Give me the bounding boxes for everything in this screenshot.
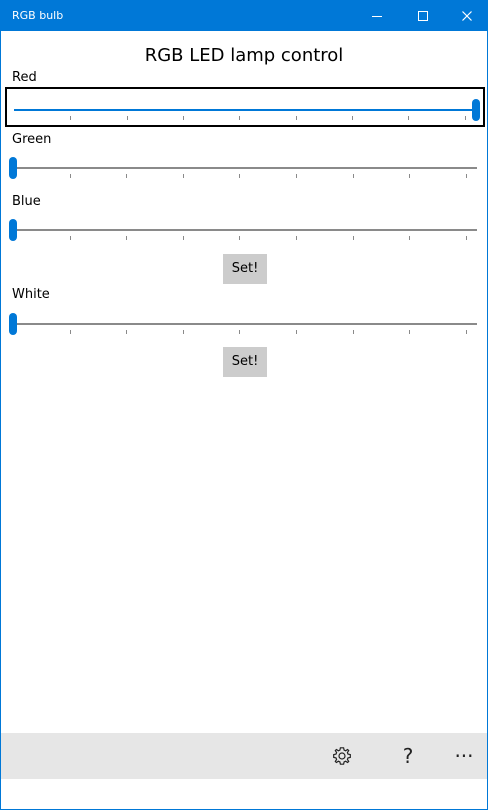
red-slider[interactable] [5, 87, 485, 127]
slider-track [14, 109, 476, 111]
slider-tick [126, 174, 127, 178]
slider-tick [353, 174, 354, 178]
more-button[interactable]: ··· [441, 733, 487, 779]
help-button[interactable]: ? [385, 733, 431, 779]
set-rgb-button[interactable]: Set! [223, 254, 267, 284]
slider-tick [353, 236, 354, 240]
slider-track [13, 323, 477, 325]
more-icon: ··· [454, 744, 474, 768]
slider-thumb[interactable] [9, 219, 17, 241]
slider-tick [239, 116, 240, 120]
page-content: RGB LED lamp control Red Green Blue Set!… [1, 31, 487, 763]
slider-track [13, 167, 477, 169]
slider-tick [70, 174, 71, 178]
slider-tick [70, 236, 71, 240]
help-icon: ? [402, 744, 414, 768]
slider-tick [408, 116, 409, 120]
slider-tick [296, 174, 297, 178]
slider-tick [239, 330, 240, 334]
command-bar: ? ··· [1, 733, 487, 779]
minimize-icon [372, 16, 382, 17]
set-white-button[interactable]: Set! [223, 347, 267, 377]
slider-tick [239, 174, 240, 178]
slider-tick [466, 236, 467, 240]
slider-thumb[interactable] [472, 99, 480, 121]
blue-slider[interactable] [6, 209, 484, 249]
maximize-button[interactable] [400, 1, 446, 31]
slider-thumb[interactable] [9, 313, 17, 335]
white-slider-label: White [12, 287, 50, 302]
slider-tick [466, 330, 467, 334]
green-slider[interactable] [6, 147, 484, 187]
green-slider-label: Green [12, 132, 52, 147]
slider-tick [183, 116, 184, 120]
slider-tick [409, 174, 410, 178]
slider-tick [352, 116, 353, 120]
slider-tick [126, 330, 127, 334]
slider-tick [409, 330, 410, 334]
slider-tick [466, 174, 467, 178]
blue-slider-label: Blue [12, 194, 41, 209]
slider-tick [70, 116, 71, 120]
slider-thumb[interactable] [9, 157, 17, 179]
slider-tick [127, 116, 128, 120]
slider-tick [296, 116, 297, 120]
title-bar[interactable]: RGB bulb [1, 1, 487, 31]
slider-fill [14, 109, 476, 111]
slider-tick [296, 330, 297, 334]
slider-tick [296, 236, 297, 240]
white-slider[interactable] [6, 303, 484, 343]
settings-button[interactable] [319, 733, 365, 779]
minimize-button[interactable] [354, 1, 400, 31]
slider-tick [465, 116, 466, 120]
page-title: RGB LED lamp control [144, 45, 344, 66]
slider-tick [353, 330, 354, 334]
slider-tick [239, 236, 240, 240]
slider-track [13, 229, 477, 231]
window-title: RGB bulb [12, 9, 64, 22]
gear-icon [333, 747, 351, 765]
slider-tick [70, 330, 71, 334]
slider-tick [183, 174, 184, 178]
red-slider-label: Red [12, 70, 37, 85]
close-icon [462, 11, 472, 21]
close-button[interactable] [444, 1, 488, 31]
slider-tick [126, 236, 127, 240]
slider-tick [183, 330, 184, 334]
slider-tick [183, 236, 184, 240]
app-window: RGB bulb RGB LED lamp control Red Green [0, 0, 488, 810]
slider-tick [409, 236, 410, 240]
maximize-icon [418, 11, 428, 21]
